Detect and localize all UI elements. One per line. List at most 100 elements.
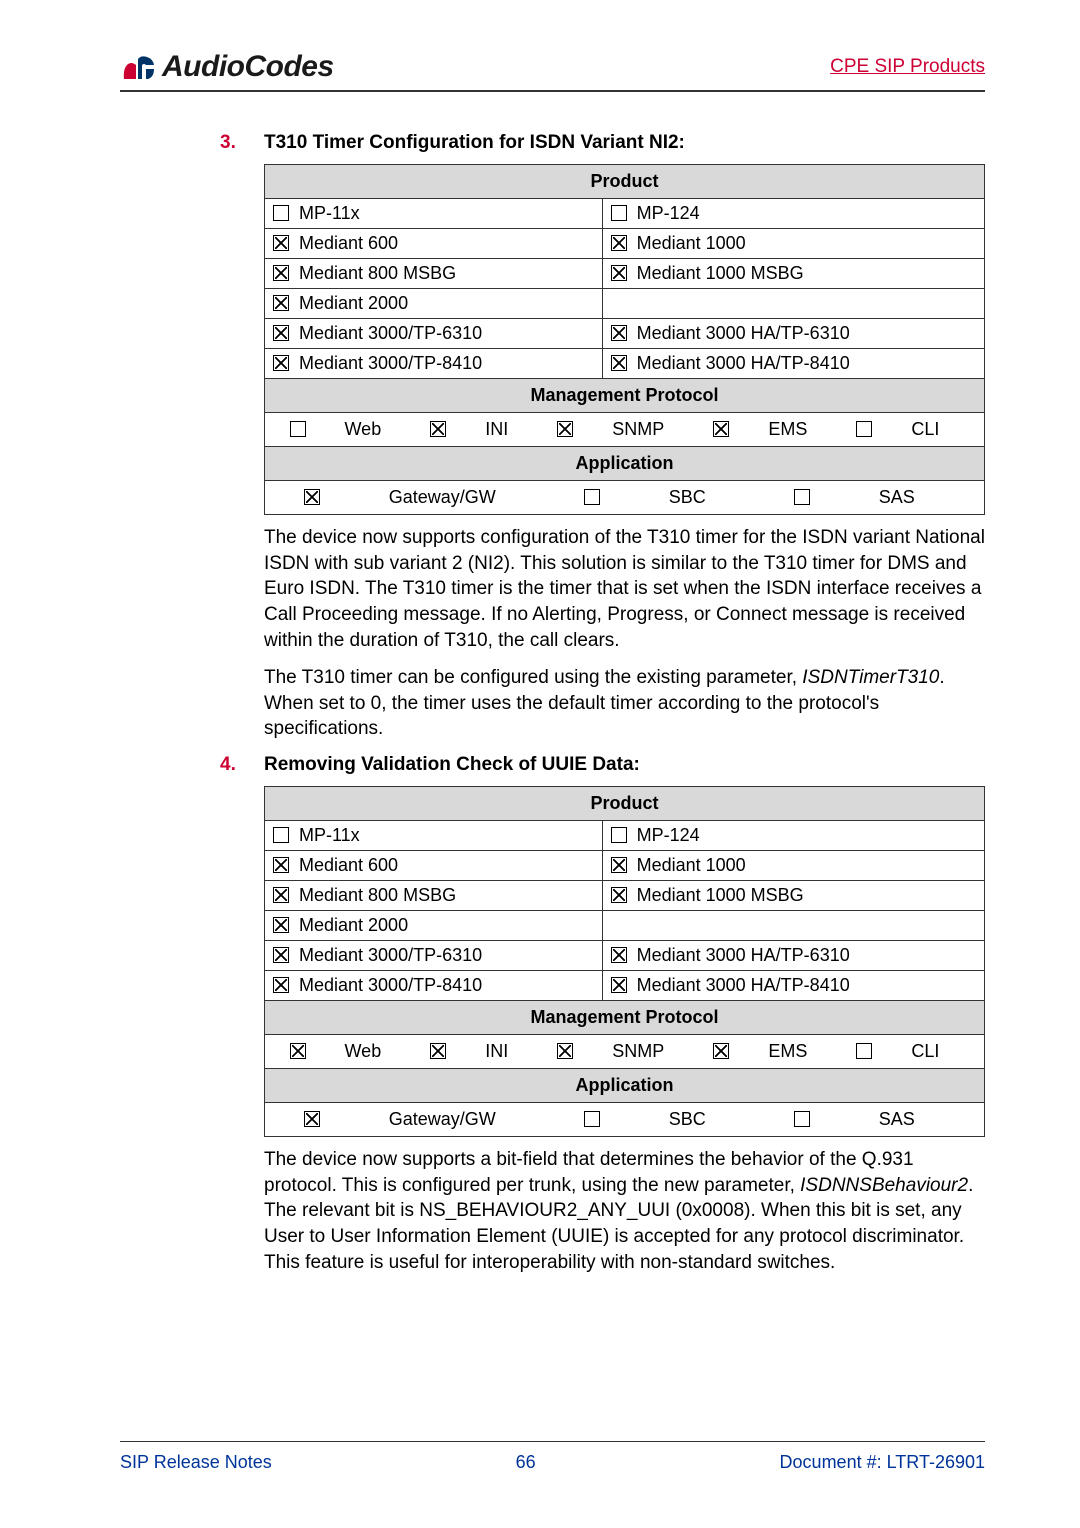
checkbox-icon [430, 1043, 446, 1059]
section-heading: 3. T310 Timer Configuration for ISDN Vari… [220, 132, 985, 154]
checkbox-icon [584, 1111, 600, 1127]
mp-row: WebINISNMPEMSCLI [265, 1035, 985, 1069]
app-label: SBC [669, 487, 706, 508]
product-cell: Mediant 3000/TP-8410 [265, 349, 603, 379]
paragraph: The device now supports a bit-field that… [264, 1147, 985, 1275]
mp-label: Web [345, 1041, 382, 1062]
product-header: Product [265, 787, 985, 821]
product-cell: Mediant 2000 [265, 911, 603, 941]
checkbox-icon [611, 857, 627, 873]
checkbox-icon [273, 235, 289, 251]
product-cell: Mediant 3000 HA/TP-8410 [602, 971, 984, 1001]
mp-item [713, 419, 739, 440]
product-cell: Mediant 1000 [602, 229, 984, 259]
checkbox-icon [430, 421, 446, 437]
checkbox-icon [557, 1043, 573, 1059]
app-label: SAS [879, 487, 915, 508]
app-item [584, 1109, 610, 1130]
mp-label: INI [485, 419, 508, 440]
checkbox-icon [290, 1043, 306, 1059]
app-label: SBC [669, 1109, 706, 1130]
section-number: 4. [220, 754, 246, 776]
checkbox-icon [611, 887, 627, 903]
product-table: ProductMP-11xMP-124Mediant 600Mediant 10… [264, 786, 985, 1137]
mp-label: CLI [911, 419, 939, 440]
mp-item [430, 419, 456, 440]
product-cell: Mediant 600 [265, 851, 603, 881]
mp-label: SNMP [612, 1041, 664, 1062]
section-number: 3. [220, 132, 246, 154]
mp-item [856, 419, 882, 440]
app-row: Gateway/GW SBC SAS [265, 1103, 985, 1137]
mp-row: Web INI SNMP EMS CLI [265, 413, 985, 447]
checkbox-icon [273, 857, 289, 873]
footer-right: Document #: LTRT-26901 [780, 1452, 985, 1473]
app-item [584, 487, 610, 508]
product-cell: Mediant 600 [265, 229, 603, 259]
checkbox-icon [611, 977, 627, 993]
app-item [304, 1109, 330, 1130]
product-cell: Mediant 3000 HA/TP-6310 [602, 941, 984, 971]
app-label: Gateway/GW [389, 1109, 496, 1130]
checkbox-icon [290, 421, 306, 437]
mp-item [290, 419, 316, 440]
product-cell: Mediant 1000 MSBG [602, 259, 984, 289]
product-table: ProductMP-11xMP-124Mediant 600Mediant 10… [264, 164, 985, 515]
checkbox-icon [273, 917, 289, 933]
product-cell: Mediant 3000/TP-6310 [265, 941, 603, 971]
checkbox-icon [794, 1111, 810, 1127]
section-heading: 4.Removing Validation Check of UUIE Data… [220, 754, 985, 776]
checkbox-icon [273, 325, 289, 341]
product-cell: Mediant 3000/TP-6310 [265, 319, 603, 349]
mp-label: EMS [768, 419, 807, 440]
checkbox-icon [273, 265, 289, 281]
mp-item [713, 1041, 739, 1062]
checkbox-icon [611, 947, 627, 963]
checkbox-icon [273, 205, 289, 221]
product-cell: Mediant 1000 [602, 851, 984, 881]
paragraph: The T310 timer can be configured using t… [264, 665, 985, 742]
checkbox-icon [713, 1043, 729, 1059]
mp-label: SNMP [612, 419, 664, 440]
checkbox-icon [856, 1043, 872, 1059]
app-row: Gateway/GW SBC SAS [265, 481, 985, 515]
product-cell-empty [602, 911, 984, 941]
product-cell: Mediant 800 MSBG [265, 881, 603, 911]
mp-item [557, 419, 583, 440]
brand-name: AudioCodes [162, 50, 334, 84]
checkbox-icon [304, 489, 320, 505]
app-item [304, 487, 330, 508]
brand-logo: AudioCodes [120, 50, 334, 84]
footer-left: SIP Release Notes [120, 1452, 272, 1473]
product-cell: Mediant 3000 HA/TP-8410 [602, 349, 984, 379]
app-label: Gateway/GW [389, 487, 496, 508]
checkbox-icon [273, 887, 289, 903]
checkbox-icon [611, 235, 627, 251]
product-cell: Mediant 800 MSBG [265, 259, 603, 289]
app-label: SAS [879, 1109, 915, 1130]
checkbox-icon [273, 827, 289, 843]
page-header: AudioCodes CPE SIP Products [120, 50, 985, 92]
checkbox-icon [557, 421, 573, 437]
checkbox-icon [611, 205, 627, 221]
mp-item [557, 1041, 583, 1062]
app-item [794, 487, 820, 508]
mp-header: Management Protocol [265, 379, 985, 413]
page-number: 66 [272, 1452, 780, 1473]
checkbox-icon [611, 355, 627, 371]
checkbox-icon [713, 421, 729, 437]
checkbox-icon [611, 325, 627, 341]
checkbox-icon [611, 827, 627, 843]
mp-label: Web [345, 419, 382, 440]
logo-icon [120, 51, 160, 83]
checkbox-icon [584, 489, 600, 505]
app-header: Application [265, 447, 985, 481]
checkbox-icon [273, 977, 289, 993]
product-cell: MP-124 [602, 199, 984, 229]
mp-label: CLI [911, 1041, 939, 1062]
section-title: T310 Timer Configuration for ISDN Varian… [264, 132, 685, 154]
product-cell: Mediant 3000 HA/TP-6310 [602, 319, 984, 349]
mp-header: Management Protocol [265, 1001, 985, 1035]
checkbox-icon [273, 947, 289, 963]
product-cell: Mediant 1000 MSBG [602, 881, 984, 911]
